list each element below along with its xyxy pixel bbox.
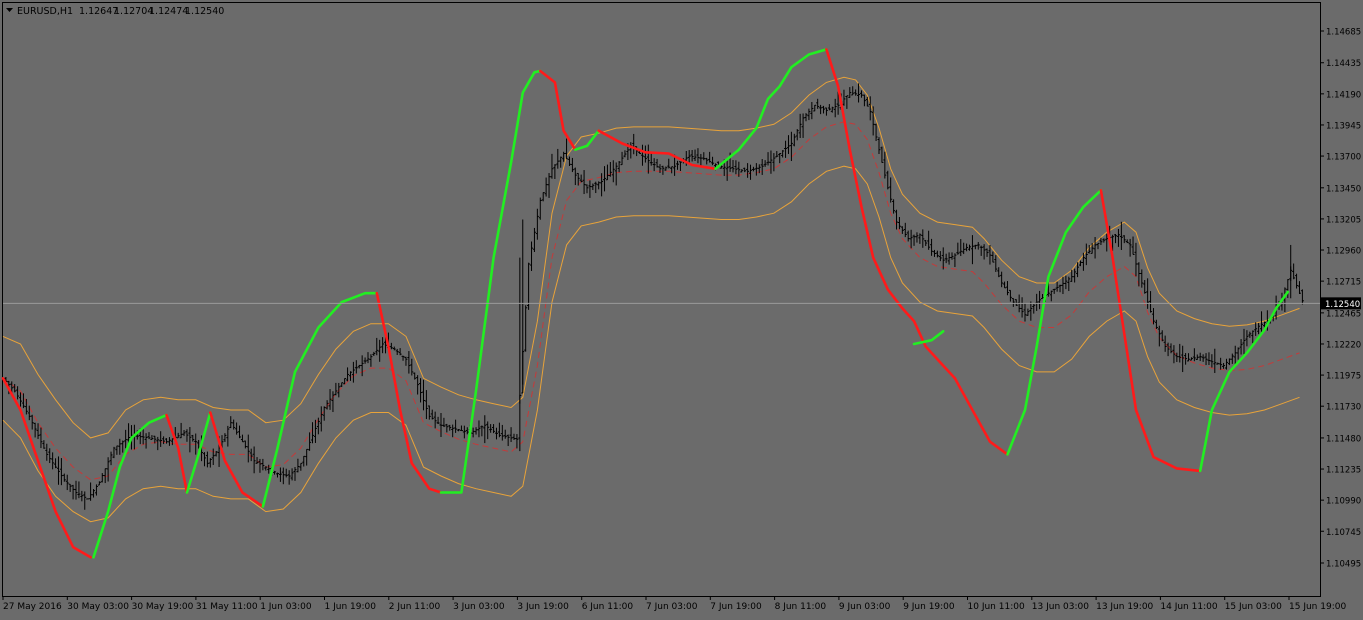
ohlc-high: 1.12704 (114, 6, 153, 17)
chart-background (0, 0, 1363, 616)
chart-window: EURUSD,H1 1.12647 1.12704 1.12474 1.1254… (0, 0, 1363, 616)
x-tick-label: 30 May 03:00 (67, 602, 129, 612)
x-tick-label: 7 Jun 03:00 (646, 602, 698, 612)
y-tick-label: 1.13700 (1326, 153, 1361, 163)
x-tick-label: 9 Jun 03:00 (839, 602, 891, 612)
y-tick-label: 1.10990 (1326, 497, 1361, 507)
x-tick-label: 9 Jun 19:00 (903, 602, 955, 612)
x-tick-label: 13 Jun 03:00 (1032, 602, 1089, 612)
y-tick-label: 1.11480 (1326, 434, 1361, 444)
y-tick-label: 1.13205 (1326, 215, 1361, 225)
y-tick-label: 1.11975 (1326, 372, 1361, 382)
chart-header: EURUSD,H1 1.12647 1.12704 1.12474 1.1254… (6, 6, 224, 17)
x-tick-label: 27 May 2016 (3, 602, 62, 612)
x-tick-label: 15 Jun 19:00 (1289, 602, 1346, 612)
y-tick-label: 1.12960 (1326, 247, 1361, 257)
y-tick-label: 1.11235 (1326, 466, 1361, 476)
x-tick-label: 3 Jun 19:00 (517, 602, 569, 612)
x-tick-label: 15 Jun 03:00 (1225, 602, 1282, 612)
x-tick-label: 1 Jun 03:00 (260, 602, 312, 612)
y-tick-label: 1.11730 (1326, 403, 1361, 413)
x-tick-label: 30 May 19:00 (132, 602, 194, 612)
x-tick-label: 14 Jun 11:00 (1160, 602, 1217, 612)
x-tick-label: 13 Jun 19:00 (1096, 602, 1153, 612)
y-tick-label: 1.12715 (1326, 278, 1361, 288)
symbol-label: EURUSD,H1 (17, 6, 73, 17)
x-tick-label: 10 Jun 11:00 (968, 602, 1025, 612)
y-tick-label: 1.13450 (1326, 184, 1361, 194)
ohlc-low: 1.12474 (149, 6, 188, 17)
x-tick-label: 31 May 11:00 (196, 602, 258, 612)
y-tick-label: 1.14685 (1326, 28, 1361, 38)
x-tick-label: 3 Jun 03:00 (453, 602, 505, 612)
candle (86, 498, 90, 500)
x-tick-label: 8 Jun 11:00 (775, 602, 827, 612)
x-tick-label: 7 Jun 19:00 (710, 602, 762, 612)
price-chart[interactable]: EURUSD,H1 1.12647 1.12704 1.12474 1.1254… (0, 0, 1363, 616)
y-tick-label: 1.14435 (1326, 59, 1361, 69)
current-price-label: 1.12540 (1325, 300, 1360, 310)
y-tick-label: 1.12220 (1326, 340, 1361, 350)
x-tick-label: 1 Jun 19:00 (325, 602, 377, 612)
y-tick-label: 1.13945 (1326, 121, 1361, 131)
y-tick-label: 1.12465 (1326, 309, 1361, 319)
y-tick-label: 1.14190 (1326, 90, 1361, 100)
x-tick-label: 6 Jun 11:00 (582, 602, 634, 612)
y-tick-label: 1.10495 (1326, 560, 1361, 570)
y-tick-label: 1.10745 (1326, 528, 1361, 538)
ohlc-open: 1.12647 (79, 6, 118, 17)
ohlc-close: 1.12540 (185, 6, 224, 17)
x-tick-label: 2 Jun 11:00 (389, 602, 441, 612)
